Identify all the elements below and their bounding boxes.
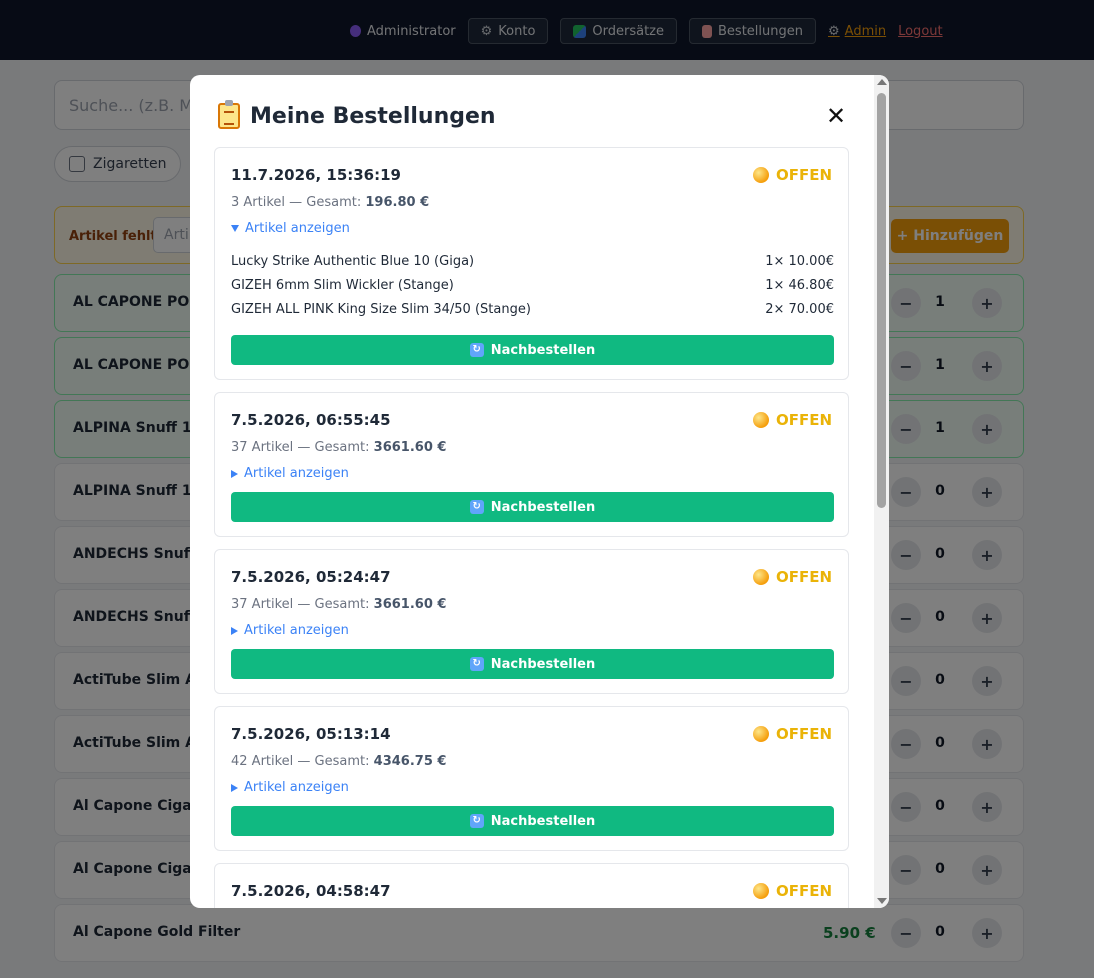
refresh-icon: ↻ — [469, 814, 484, 828]
order-status: OFFEN — [752, 166, 832, 184]
order-date: 11.7.2026, 15:36:19 — [231, 166, 401, 184]
refresh-icon: ↻ — [469, 657, 484, 671]
refresh-icon: ↻ — [469, 343, 484, 357]
order-card: 7.5.2026, 05:24:47 OFFEN 37 Artikel — Gesa… — [214, 549, 849, 694]
item-name: GIZEH ALL PINK King Size Slim 34/50 (Sta… — [231, 301, 531, 317]
caret-right-icon — [231, 469, 238, 478]
order-status: OFFEN — [752, 725, 832, 743]
reorder-button[interactable]: ↻ Nachbestellen — [231, 649, 834, 679]
order-date: 7.5.2026, 06:55:45 — [231, 411, 391, 429]
show-items-toggle[interactable]: Artikel anzeigen — [231, 623, 349, 638]
reorder-button[interactable]: ↻ Nachbestellen — [231, 492, 834, 522]
order-card: 7.5.2026, 04:58:47 OFFEN — [214, 863, 849, 908]
close-icon[interactable]: ✕ — [824, 103, 848, 129]
yellow-circle-icon — [752, 167, 769, 183]
item-name: GIZEH 6mm Slim Wickler (Stange) — [231, 277, 454, 293]
order-card: 7.5.2026, 06:55:45 OFFEN 37 Artikel — Gesa… — [214, 392, 849, 537]
order-date: 7.5.2026, 04:58:47 — [231, 882, 391, 900]
scrollbar-thumb[interactable] — [877, 93, 886, 508]
order-summary: 37 Artikel — Gesamt: 3661.60 € — [231, 440, 447, 455]
list-item: GIZEH ALL PINK King Size Slim 34/50 (Sta… — [231, 297, 834, 321]
yellow-circle-icon — [752, 883, 769, 899]
order-total: 196.80 € — [365, 195, 430, 210]
modal-title: Meine Bestellungen — [218, 100, 496, 129]
caret-down-icon — [231, 225, 239, 232]
order-summary: 37 Artikel — Gesamt: 3661.60 € — [231, 597, 447, 612]
scroll-down-icon[interactable] — [877, 898, 887, 904]
yellow-circle-icon — [752, 569, 769, 585]
reorder-button[interactable]: ↻ Nachbestellen — [231, 806, 834, 836]
order-status: OFFEN — [752, 411, 832, 429]
order-status: OFFEN — [752, 568, 832, 586]
order-total: 3661.60 € — [373, 597, 447, 612]
order-date: 7.5.2026, 05:13:14 — [231, 725, 391, 743]
clipboard-icon — [218, 100, 240, 129]
yellow-circle-icon — [752, 726, 769, 742]
order-total: 3661.60 € — [373, 440, 447, 455]
reorder-button[interactable]: ↻ Nachbestellen — [231, 335, 834, 365]
list-item: Lucky Strike Authentic Blue 10 (Giga) 1× … — [231, 249, 834, 273]
yellow-circle-icon — [752, 412, 769, 428]
order-total: 4346.75 € — [373, 754, 447, 769]
item-qty-price: 1× 46.80€ — [765, 277, 834, 293]
item-qty-price: 1× 10.00€ — [765, 253, 834, 269]
item-name: Lucky Strike Authentic Blue 10 (Giga) — [231, 253, 475, 269]
order-items: Lucky Strike Authentic Blue 10 (Giga) 1× … — [231, 249, 834, 321]
show-items-toggle[interactable]: Artikel anzeigen — [231, 221, 350, 236]
refresh-icon: ↻ — [469, 500, 484, 514]
orders-modal: Meine Bestellungen ✕ 11.7.2026, 15:36:19… — [190, 75, 889, 908]
show-items-toggle[interactable]: Artikel anzeigen — [231, 780, 349, 795]
order-summary: 3 Artikel — Gesamt: 196.80 € — [231, 195, 430, 210]
order-summary: 42 Artikel — Gesamt: 4346.75 € — [231, 754, 447, 769]
show-items-toggle[interactable]: Artikel anzeigen — [231, 466, 349, 481]
order-card: 7.5.2026, 05:13:14 OFFEN 42 Artikel — Gesa… — [214, 706, 849, 851]
order-status: OFFEN — [752, 882, 832, 900]
order-card: 11.7.2026, 15:36:19 OFFEN 3 Artikel — Gesa… — [214, 147, 849, 380]
scroll-up-icon[interactable] — [877, 79, 887, 85]
list-item: GIZEH 6mm Slim Wickler (Stange) 1× 46.80€ — [231, 273, 834, 297]
caret-right-icon — [231, 626, 238, 635]
order-date: 7.5.2026, 05:24:47 — [231, 568, 391, 586]
item-qty-price: 2× 70.00€ — [765, 301, 834, 317]
caret-right-icon — [231, 783, 238, 792]
scrollbar[interactable] — [874, 75, 889, 908]
